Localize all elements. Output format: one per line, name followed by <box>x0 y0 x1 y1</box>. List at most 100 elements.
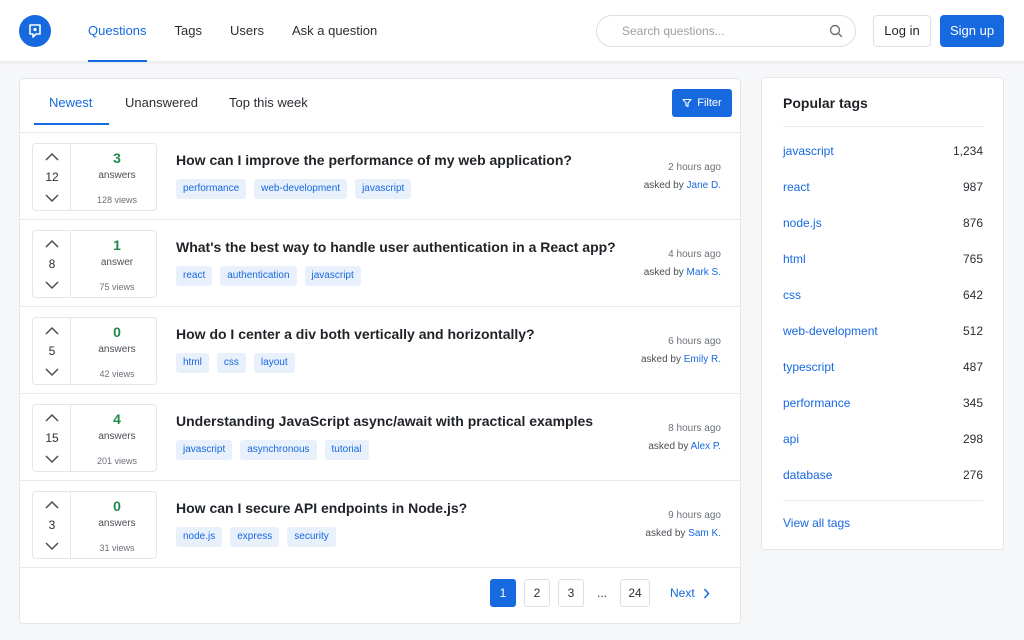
question-time: 6 hours ago <box>668 336 721 347</box>
logo-icon <box>29 24 41 38</box>
search-icon[interactable] <box>829 24 843 41</box>
divider <box>783 500 983 501</box>
question-time: 8 hours ago <box>668 423 721 434</box>
nav-users[interactable]: Users <box>230 0 264 62</box>
page-button[interactable]: 2 <box>524 579 550 607</box>
downvote-icon[interactable] <box>45 280 59 290</box>
upvote-icon[interactable] <box>45 500 59 510</box>
author-link[interactable]: Mark S. <box>687 267 721 278</box>
downvote-icon[interactable] <box>45 541 59 551</box>
answer-count: 0 <box>113 498 121 514</box>
author-link[interactable]: Alex P. <box>691 441 721 452</box>
popular-tag-row[interactable]: react 987 <box>783 180 983 200</box>
question-tags: javascript asynchronous tutorial <box>176 440 369 460</box>
upvote-icon[interactable] <box>45 239 59 249</box>
popular-tag-row[interactable]: web-development 512 <box>783 324 983 344</box>
upvote-icon[interactable] <box>45 326 59 336</box>
popular-tag-count: 512 <box>962 324 983 338</box>
question-title[interactable]: How can I improve the performance of my … <box>176 152 572 168</box>
upvote-icon[interactable] <box>45 152 59 162</box>
popular-tag-count: 1,234 <box>952 144 983 158</box>
vote-stats: 5 0 answers 42 views <box>32 317 157 385</box>
tag-chip[interactable]: javascript <box>355 179 412 199</box>
question-tags: react authentication javascript <box>176 266 361 286</box>
popular-tag-count: 345 <box>962 396 983 410</box>
tag-chip[interactable]: css <box>216 353 246 373</box>
view-count: 42 views <box>99 369 135 379</box>
filter-button[interactable]: Filter <box>672 89 732 117</box>
login-button[interactable]: Log in <box>873 15 931 47</box>
asked-by-label: asked by <box>645 528 686 539</box>
question-author: asked by Mark S. <box>644 267 721 278</box>
question-author: asked by Jane D. <box>644 180 721 191</box>
question-time: 2 hours ago <box>668 162 721 173</box>
nav-ask-question[interactable]: Ask a question <box>292 0 377 62</box>
popular-tag-name[interactable]: javascript <box>783 144 834 158</box>
tab-unanswered[interactable]: Unanswered <box>125 79 198 125</box>
popular-tag-row[interactable]: api 298 <box>783 432 983 452</box>
downvote-icon[interactable] <box>45 367 59 377</box>
question-time: 9 hours ago <box>668 510 721 521</box>
tag-chip[interactable]: javascript <box>304 266 361 286</box>
popular-tag-name[interactable]: web-development <box>783 324 878 338</box>
tag-chip[interactable]: node.js <box>176 527 223 547</box>
tab-top-this-week[interactable]: Top this week <box>229 79 308 125</box>
asked-by-label: asked by <box>643 267 684 278</box>
nav-questions[interactable]: Questions <box>88 0 147 62</box>
tag-chip[interactable]: tutorial <box>324 440 369 460</box>
page-button[interactable]: 3 <box>558 579 584 607</box>
tab-newest[interactable]: Newest <box>49 79 92 125</box>
popular-tag-name[interactable]: react <box>783 180 810 194</box>
author-link[interactable]: Sam K. <box>688 528 721 539</box>
popular-tag-name[interactable]: database <box>783 468 832 482</box>
vote-box: 12 <box>33 144 71 210</box>
tag-chip[interactable]: express <box>230 527 280 547</box>
tag-chip[interactable]: security <box>287 527 336 547</box>
tag-chip[interactable]: web-development <box>254 179 348 199</box>
vote-box: 15 <box>33 405 71 471</box>
popular-tag-name[interactable]: html <box>783 252 806 266</box>
popular-tag-name[interactable]: css <box>783 288 801 302</box>
view-count: 128 views <box>96 195 138 205</box>
popular-tag-row[interactable]: typescript 487 <box>783 360 983 380</box>
question-author: asked by Sam K. <box>645 528 721 539</box>
popular-tag-name[interactable]: performance <box>783 396 850 410</box>
upvote-icon[interactable] <box>45 413 59 423</box>
next-page-link[interactable]: Next <box>670 586 710 600</box>
tag-chip[interactable]: html <box>176 353 209 373</box>
page-button[interactable]: 1 <box>490 579 516 607</box>
signup-button[interactable]: Sign up <box>940 15 1004 47</box>
popular-tag-row[interactable]: html 765 <box>783 252 983 272</box>
popular-tag-name[interactable]: api <box>783 432 799 446</box>
tag-chip[interactable]: react <box>176 266 213 286</box>
popular-tag-name[interactable]: typescript <box>783 360 834 374</box>
question-title[interactable]: What's the best way to handle user authe… <box>176 239 616 255</box>
view-all-tags-link[interactable]: View all tags <box>783 516 850 530</box>
tag-chip[interactable]: layout <box>253 353 295 373</box>
popular-tag-row[interactable]: database 276 <box>783 468 983 488</box>
author-link[interactable]: Jane D. <box>687 180 721 191</box>
logo[interactable] <box>19 15 51 47</box>
popular-tag-row[interactable]: css 642 <box>783 288 983 308</box>
question-tags: node.js express security <box>176 527 336 547</box>
search-input[interactable] <box>622 24 822 38</box>
view-count: 201 views <box>96 456 138 466</box>
tag-chip[interactable]: performance <box>176 179 247 199</box>
popular-tag-row[interactable]: performance 345 <box>783 396 983 416</box>
tag-chip[interactable]: authentication <box>220 266 297 286</box>
page-button-last[interactable]: 24 <box>620 579 650 607</box>
popular-tag-row[interactable]: node.js 876 <box>783 216 983 236</box>
downvote-icon[interactable] <box>45 193 59 203</box>
popular-tags-title: Popular tags <box>783 95 868 111</box>
tag-chip[interactable]: asynchronous <box>240 440 317 460</box>
author-link[interactable]: Emily R. <box>684 354 721 365</box>
popular-tag-name[interactable]: node.js <box>783 216 822 230</box>
downvote-icon[interactable] <box>45 454 59 464</box>
tag-chip[interactable]: javascript <box>176 440 233 460</box>
question-title[interactable]: How do I center a div both vertically an… <box>176 326 535 342</box>
question-title[interactable]: Understanding JavaScript async/await wit… <box>176 413 593 429</box>
popular-tag-row[interactable]: javascript 1,234 <box>783 144 983 164</box>
next-label: Next <box>670 586 695 600</box>
nav-tags[interactable]: Tags <box>175 0 202 62</box>
question-title[interactable]: How can I secure API endpoints in Node.j… <box>176 500 467 516</box>
